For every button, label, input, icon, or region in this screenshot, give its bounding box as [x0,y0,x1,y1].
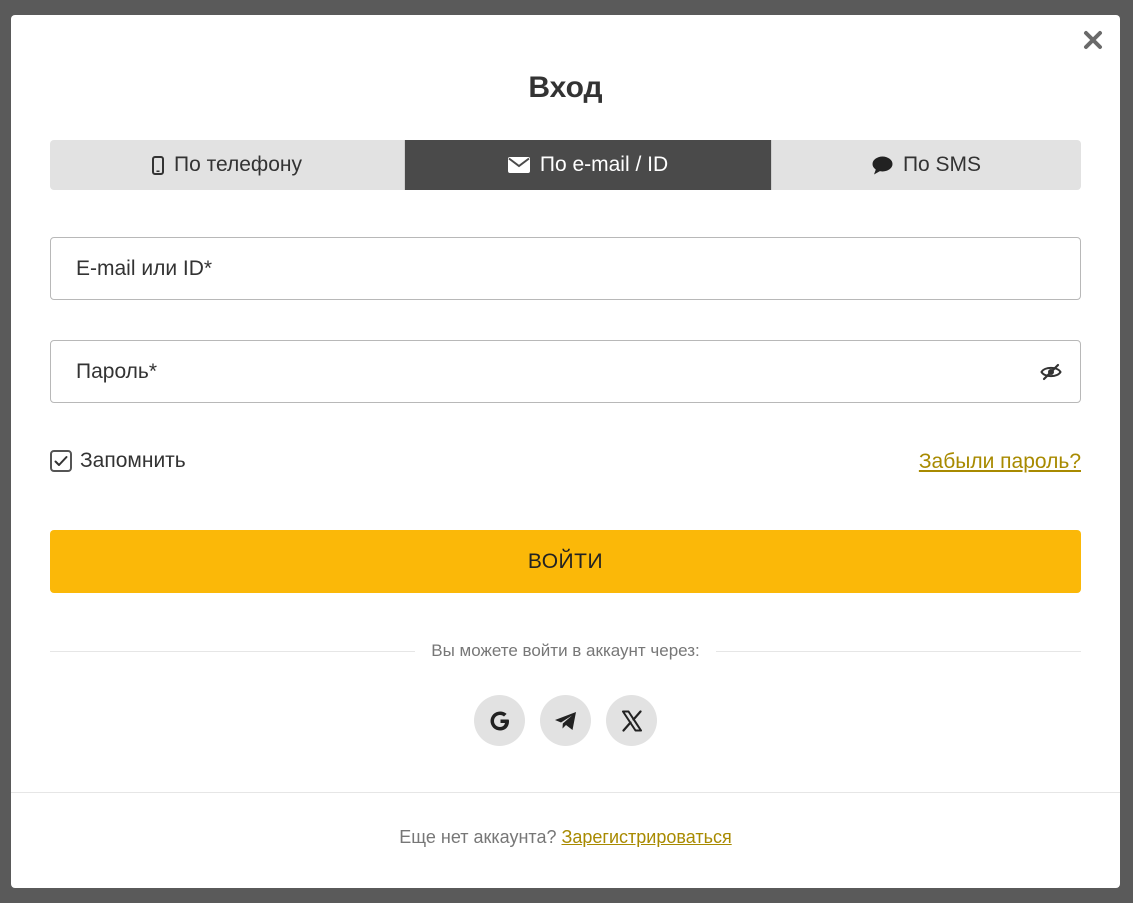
tab-email[interactable]: По e-mail / ID [405,140,771,190]
footer-text: Еще нет аккаунта? [399,827,557,847]
login-method-tabs: По телефону По e-mail / ID По SMS [50,140,1081,190]
forgot-password-link[interactable]: Забыли пароль? [919,450,1081,474]
login-button[interactable]: ВОЙТИ [50,530,1081,593]
telegram-icon [554,711,576,730]
speech-bubble-icon [872,156,893,175]
footer-divider [11,792,1120,793]
checkmark-icon [54,456,68,466]
x-icon [621,709,642,732]
tab-sms[interactable]: По SMS [771,140,1081,190]
divider-line-right [715,650,1082,652]
envelope-icon [507,157,530,173]
email-field-container [50,237,1081,300]
google-icon [490,711,509,730]
eye-slash-icon[interactable] [1040,363,1062,381]
telegram-login-button[interactable] [540,695,591,746]
tab-email-label: По e-mail / ID [539,153,669,176]
tab-phone-label: По телефону [174,153,302,176]
remember-label: Запомнить [80,449,186,472]
social-login-buttons [11,695,1120,746]
social-divider: Вы можете войти в аккаунт через: [50,639,1082,663]
email-input[interactable] [51,238,1080,299]
google-login-button[interactable] [474,695,525,746]
tab-sms-label: По SMS [902,153,982,176]
password-field-container [50,340,1081,403]
tab-phone[interactable]: По телефону [50,140,405,190]
footer: Еще нет аккаунта? Зарегистрироваться [11,827,1120,848]
remember-checkbox[interactable]: Запомнить [50,449,186,473]
login-modal: Вход По телефону По e-mail / ID По SMS E… [11,15,1120,888]
mobile-phone-icon [152,155,165,175]
checkbox-box[interactable] [50,450,72,472]
divider-line-left [50,650,416,652]
close-icon[interactable] [1080,27,1106,53]
register-link[interactable]: Зарегистрироваться [562,827,732,847]
social-divider-text: Вы можете войти в аккаунт через: [431,641,700,660]
password-input[interactable] [51,341,1080,402]
modal-title: Вход [528,71,603,104]
x-login-button[interactable] [606,695,657,746]
